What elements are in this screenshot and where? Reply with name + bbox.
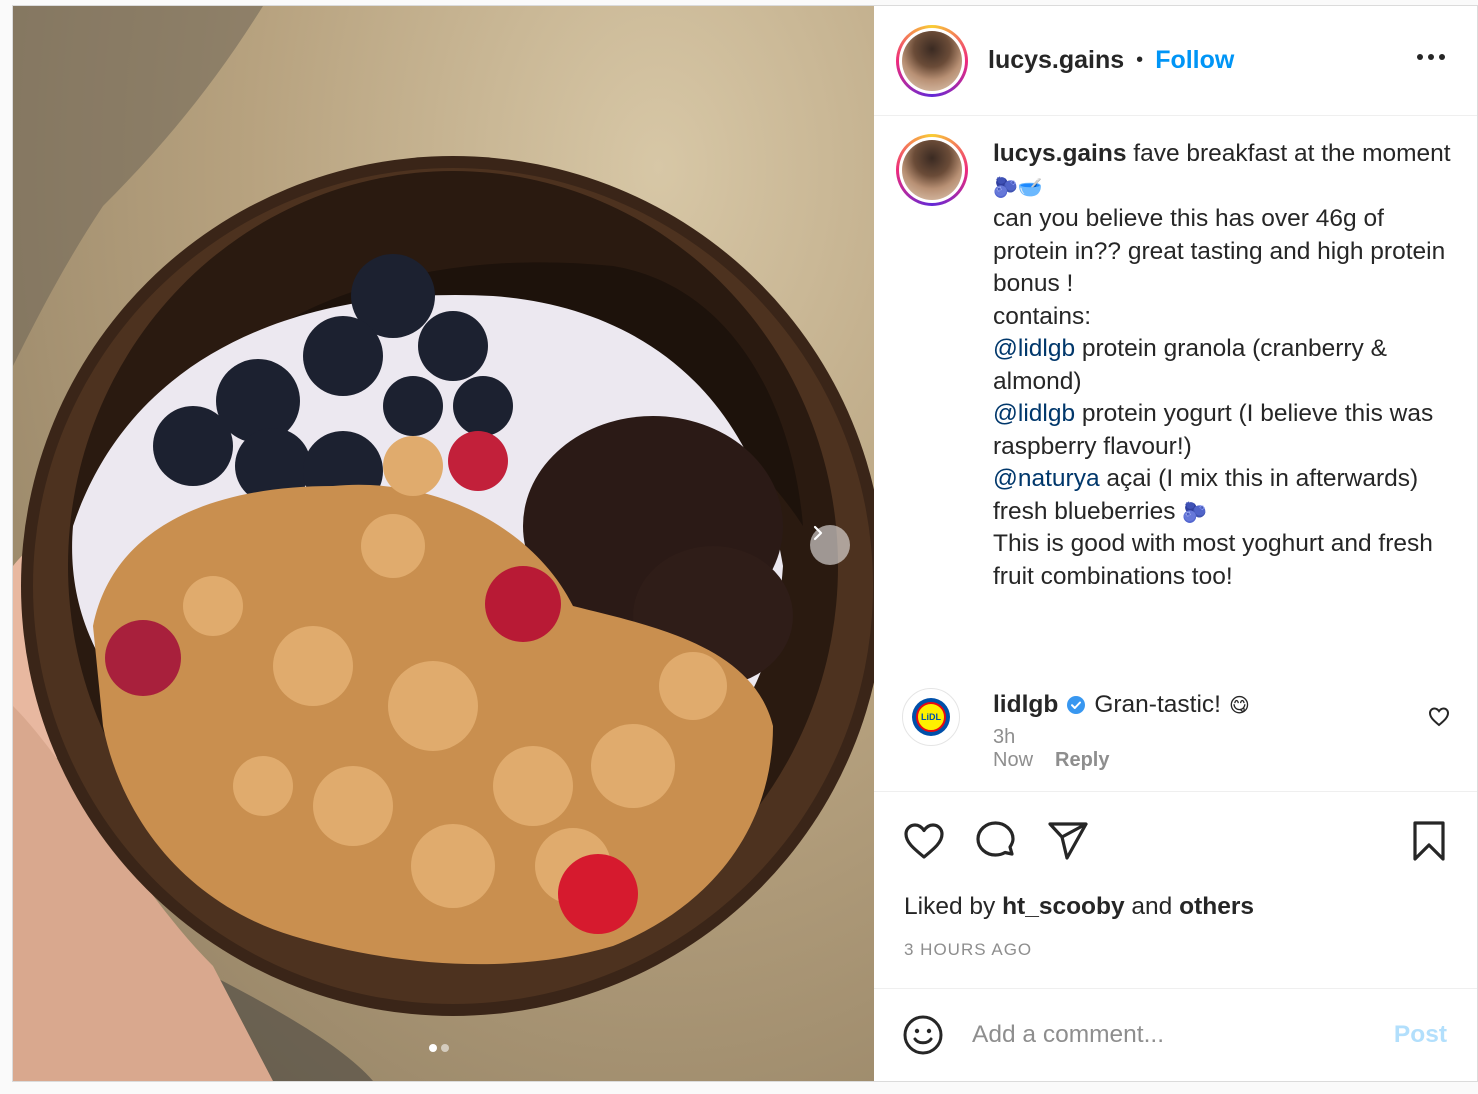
post-timestamp[interactable]: 3 HOURS AGO xyxy=(904,940,1032,960)
caption-item4: fresh blueberries xyxy=(993,497,1176,525)
caption-timestamp[interactable]: 3h xyxy=(993,726,1015,749)
comment-emoji: 😋 xyxy=(1228,693,1250,717)
mention-link[interactable]: @lidlgb xyxy=(993,335,1075,362)
caption-line1-emoji: 🫐🥣 xyxy=(993,174,1043,199)
caption-line3: contains: xyxy=(993,302,1092,330)
comment-time[interactable]: Now xyxy=(993,749,1033,772)
comment-like-button[interactable] xyxy=(1427,704,1451,733)
caption-line2: can you believe this has over 46g of pro… xyxy=(993,205,1446,297)
comment-username[interactable]: lidlgb xyxy=(993,689,1058,721)
next-image-button[interactable] xyxy=(810,525,850,565)
caption-line-last: This is good with most yoghurt and fresh… xyxy=(993,530,1433,590)
liked-by-others[interactable]: others xyxy=(1179,893,1254,920)
header-separator: • xyxy=(1136,49,1144,71)
verified-icon xyxy=(1066,695,1086,715)
save-button[interactable] xyxy=(1411,819,1447,868)
post-photo[interactable] xyxy=(13,6,874,1081)
comment-text: Gran-tastic! xyxy=(1094,691,1221,718)
carousel-dot xyxy=(441,1044,449,1052)
mention-link[interactable]: @naturya xyxy=(993,465,1100,492)
post-container: lucys.gains • Follow lucys.gains fave br… xyxy=(12,5,1478,1082)
lidl-logo: LiDL xyxy=(912,698,950,736)
post-comment-button[interactable]: Post xyxy=(1394,1021,1447,1049)
caption-item3: açai (I mix this in afterwards) xyxy=(1106,465,1419,492)
comment-meta: Now Reply xyxy=(993,749,1109,772)
post-details-panel: lucys.gains • Follow lucys.gains fave br… xyxy=(874,6,1477,1081)
chevron-right-icon xyxy=(813,525,823,541)
likes-summary: Liked by ht_scooby and others xyxy=(904,893,1255,920)
share-icon[interactable] xyxy=(1046,819,1090,863)
emoji-icon[interactable] xyxy=(902,1014,944,1056)
food-bowl-image xyxy=(13,6,874,1081)
header-username[interactable]: lucys.gains xyxy=(988,46,1124,75)
avatar[interactable] xyxy=(896,24,968,97)
comment-input[interactable]: Add a comment... xyxy=(972,1021,1394,1049)
comment-icon[interactable] xyxy=(974,819,1018,863)
caption-text: lucys.gains fave breakfast at the moment… xyxy=(993,138,1463,593)
more-icon[interactable] xyxy=(1417,54,1445,60)
heart-icon xyxy=(1428,707,1450,727)
reply-button[interactable]: Reply xyxy=(1055,749,1109,772)
carousel-indicator xyxy=(429,1044,449,1052)
heart-icon[interactable] xyxy=(902,819,946,863)
caption-username[interactable]: lucys.gains xyxy=(993,140,1126,167)
comment-avatar[interactable]: LiDL xyxy=(902,688,960,746)
post-header: lucys.gains • Follow xyxy=(874,6,1477,116)
bookmark-icon xyxy=(1413,821,1445,861)
follow-button[interactable]: Follow xyxy=(1155,46,1234,75)
liked-by-user[interactable]: ht_scooby xyxy=(1002,893,1125,920)
add-comment-bar: Add a comment... Post xyxy=(874,988,1477,1081)
caption-line1: fave breakfast at the moment xyxy=(1133,140,1451,167)
post-actions: Liked by ht_scooby and others 3 HOURS AG… xyxy=(874,793,1477,993)
caption-avatar[interactable] xyxy=(896,134,968,206)
caption-item4-emoji: 🫐 xyxy=(1182,499,1208,524)
carousel-dot-active xyxy=(429,1044,437,1052)
comment: lidlgb Gran-tastic! 😋 xyxy=(993,689,1250,721)
mention-link[interactable]: @lidlgb xyxy=(993,400,1075,427)
